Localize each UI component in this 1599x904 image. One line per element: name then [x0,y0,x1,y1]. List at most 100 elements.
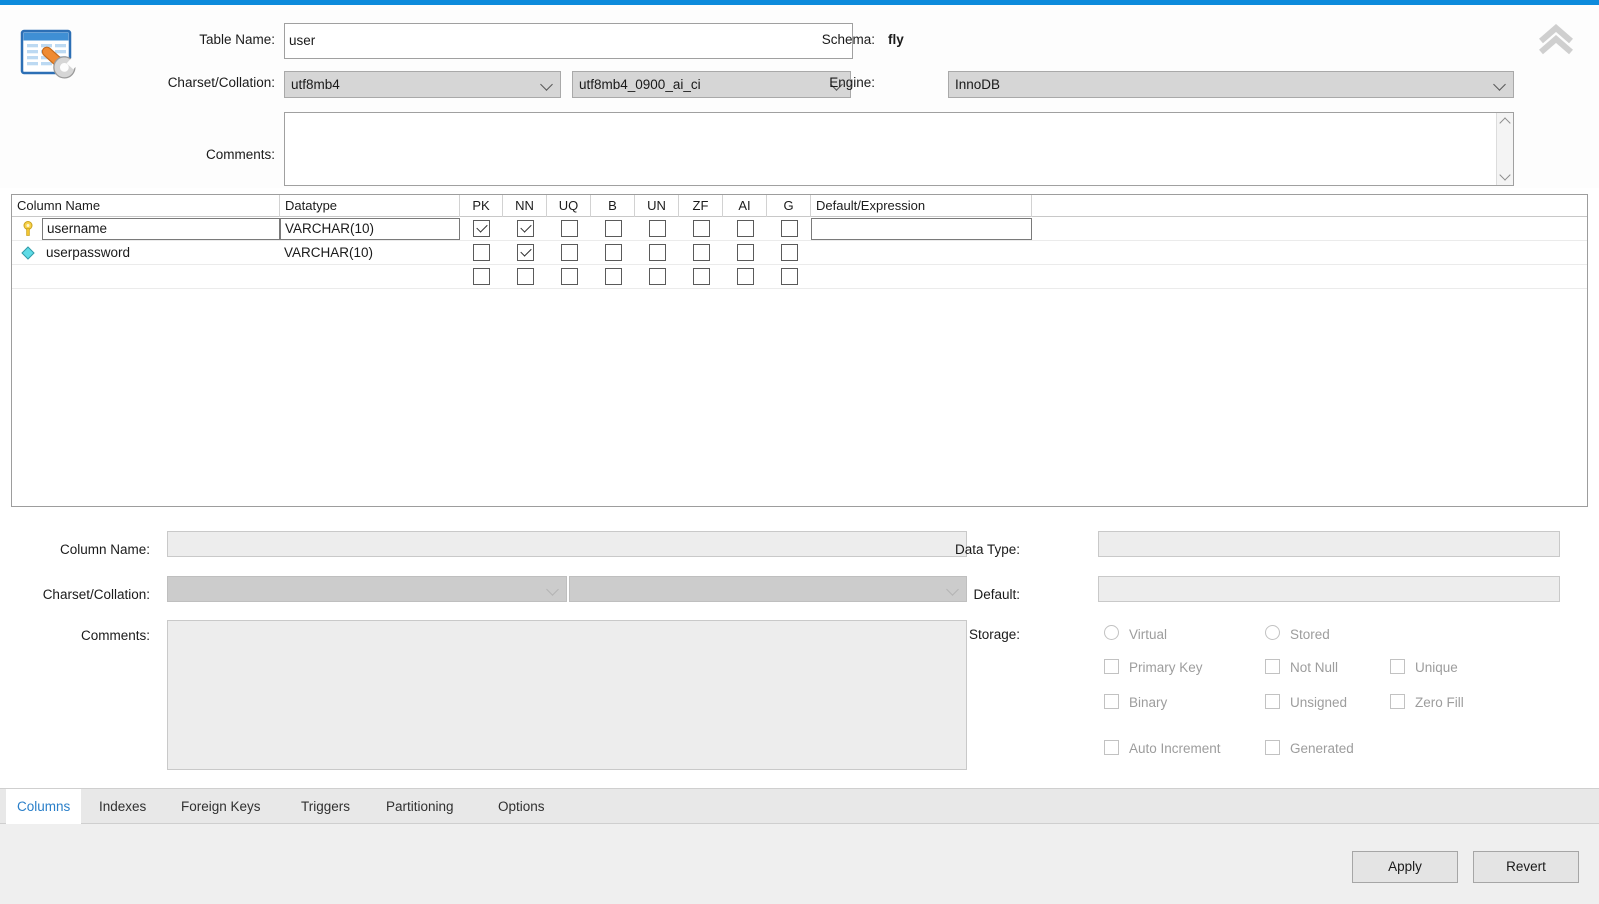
g-checkbox[interactable] [781,244,798,261]
grid-header-default-expression[interactable]: Default/Expression [811,195,1032,217]
detail-comments-label: Comments: [80,628,150,643]
auto-increment-label: Auto Increment [1129,741,1221,756]
scroll-up-icon[interactable] [1500,116,1511,127]
un-checkbox[interactable] [649,244,666,261]
detail-charset-select[interactable] [167,576,567,602]
zf-checkbox[interactable] [693,268,710,285]
primary-key-label: Primary Key [1129,660,1203,675]
schema-value: fly [888,32,904,47]
generated-checkbox[interactable] [1265,740,1280,755]
pk-checkbox[interactable] [473,268,490,285]
engine-label: Engine: [829,75,875,90]
table-header-form: Table Name: user Schema: fly Charset/Col… [0,5,1599,188]
not-null-checkbox[interactable] [1265,659,1280,674]
schema-label: Schema: [821,32,875,47]
detail-comments-textarea[interactable] [167,620,967,770]
b-checkbox[interactable] [605,244,622,261]
detail-column-name-label: Column Name: [59,542,150,557]
unsigned-checkbox[interactable] [1265,694,1280,709]
pk-checkbox[interactable] [473,244,490,261]
column-name-cell[interactable]: username [42,218,280,240]
table-comments-textarea[interactable] [284,112,1514,186]
storage-stored-label: Stored [1290,627,1330,642]
charset-collation-label: Charset/Collation: [167,75,275,90]
storage-stored-radio[interactable] [1265,625,1280,640]
grid-header-zf[interactable]: ZF [679,195,723,217]
grid-header-uq[interactable]: UQ [547,195,591,217]
un-checkbox[interactable] [649,220,666,237]
columns-grid[interactable]: Column Name Datatype PK NN UQ B UN ZF AI… [11,194,1588,507]
tab-options[interactable]: Options [487,789,556,824]
binary-label: Binary [1129,695,1168,710]
chevron-down-icon [547,583,560,596]
pk-checkbox[interactable] [473,220,490,237]
default-expression-cell[interactable] [811,218,1032,240]
tab-partitioning[interactable]: Partitioning [375,789,465,824]
editor-footer: Apply Revert [0,824,1599,904]
zero-fill-checkbox[interactable] [1390,694,1405,709]
detail-column-name-input[interactable] [167,531,967,557]
grid-header-b[interactable]: B [591,195,635,217]
primary-key-checkbox[interactable] [1104,659,1119,674]
charset-select[interactable]: utf8mb4 [284,71,561,98]
binary-checkbox[interactable] [1104,694,1119,709]
apply-button[interactable]: Apply [1352,851,1458,883]
not-null-label: Not Null [1290,660,1339,675]
tab-columns[interactable]: Columns [6,789,82,824]
uq-checkbox[interactable] [561,268,578,285]
uq-checkbox[interactable] [561,244,578,261]
zf-checkbox[interactable] [693,220,710,237]
grid-header-pk[interactable]: PK [460,195,503,217]
auto-increment-checkbox[interactable] [1104,740,1119,755]
charset-select-value: utf8mb4 [291,76,340,92]
ai-checkbox[interactable] [737,220,754,237]
detail-charset-collation-label: Charset/Collation: [42,587,150,602]
grid-header-datatype[interactable]: Datatype [280,195,460,217]
ai-checkbox[interactable] [737,244,754,261]
grid-header-nn[interactable]: NN [503,195,547,217]
table-comments-label: Comments: [205,147,275,162]
table-row[interactable] [12,265,1587,289]
tab-triggers[interactable]: Triggers [290,789,361,824]
table-row[interactable]: username VARCHAR(10) [12,217,1587,241]
grid-header-un[interactable]: UN [635,195,679,217]
engine-select-value: InnoDB [955,76,1001,92]
zero-fill-label: Zero Fill [1415,695,1464,710]
comments-scrollbar[interactable] [1496,113,1513,185]
ai-checkbox[interactable] [737,268,754,285]
nn-checkbox[interactable] [517,220,534,237]
grid-header-g[interactable]: G [767,195,811,217]
zf-checkbox[interactable] [693,244,710,261]
editor-tabs: Columns Indexes Foreign Keys Triggers Pa… [0,788,1599,824]
column-name-cell[interactable]: userpassword [46,241,130,265]
uq-checkbox[interactable] [561,220,578,237]
grid-header-column-name[interactable]: Column Name [12,195,280,217]
grid-header-ai[interactable]: AI [723,195,767,217]
engine-select[interactable]: InnoDB [948,71,1514,98]
datatype-cell[interactable]: VARCHAR(10) [284,241,373,265]
scroll-down-icon[interactable] [1500,171,1511,182]
table-row[interactable]: userpassword VARCHAR(10) [12,241,1587,265]
revert-button[interactable]: Revert [1473,851,1579,883]
double-chevron-up-icon[interactable] [1533,19,1579,59]
chevron-down-icon [1494,78,1507,91]
tab-foreign-keys[interactable]: Foreign Keys [170,789,272,824]
storage-virtual-radio[interactable] [1104,625,1119,640]
datatype-cell[interactable]: VARCHAR(10) [280,218,460,240]
generated-label: Generated [1290,741,1354,756]
detail-storage-label: Storage: [968,627,1020,642]
nn-checkbox[interactable] [517,268,534,285]
g-checkbox[interactable] [781,268,798,285]
b-checkbox[interactable] [605,268,622,285]
b-checkbox[interactable] [605,220,622,237]
chevron-down-icon [541,78,554,91]
unique-label: Unique [1415,660,1458,675]
unique-checkbox[interactable] [1390,659,1405,674]
detail-data-type-input[interactable] [1098,531,1560,557]
un-checkbox[interactable] [649,268,666,285]
tab-indexes[interactable]: Indexes [88,789,157,824]
table-comments-value[interactable] [285,113,1496,185]
nn-checkbox[interactable] [517,244,534,261]
g-checkbox[interactable] [781,220,798,237]
detail-default-input[interactable] [1098,576,1560,602]
